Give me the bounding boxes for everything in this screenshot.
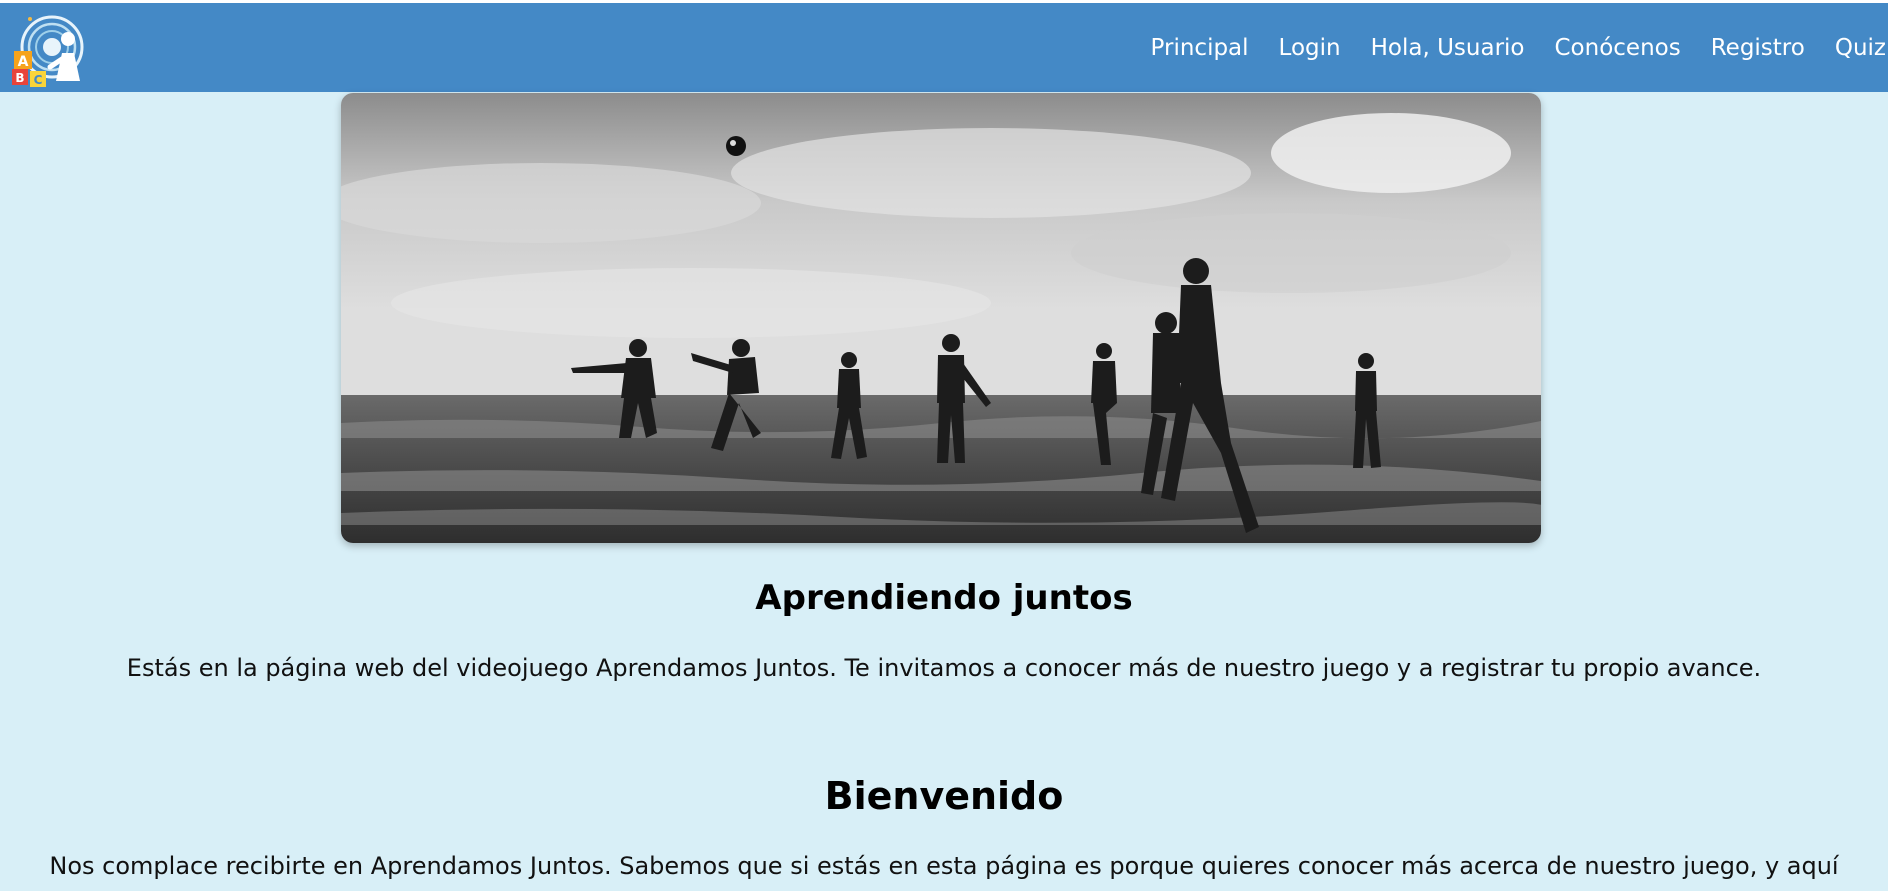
intro-title: Aprendiendo juntos: [755, 578, 1133, 618]
main-nav: Principal Login Hola, Usuario Conócenos …: [1121, 3, 1888, 92]
welcome-text: Nos complace recibirte en Aprendamos Jun…: [49, 852, 1839, 880]
nav-link-user-greeting[interactable]: Hola, Usuario: [1371, 35, 1525, 61]
nav-link-quiz[interactable]: Quiz: [1835, 35, 1886, 61]
nav-link-conocenos[interactable]: Conócenos: [1555, 35, 1681, 61]
navbar: A B C Principal Login Hola, Usuario Conó…: [0, 3, 1888, 92]
hero-image: [341, 93, 1541, 543]
welcome-title: Bienvenido: [824, 774, 1064, 818]
child-learning-logo-icon[interactable]: A B C: [10, 9, 86, 89]
nav-link-login[interactable]: Login: [1279, 35, 1341, 61]
logo-letter-a: A: [18, 54, 29, 70]
logo-letter-c: C: [34, 73, 43, 87]
logo-letter-b: B: [15, 71, 24, 85]
intro-text: Estás en la página web del videojuego Ap…: [126, 654, 1762, 682]
nav-link-principal[interactable]: Principal: [1151, 35, 1249, 61]
nav-link-registro[interactable]: Registro: [1711, 35, 1805, 61]
